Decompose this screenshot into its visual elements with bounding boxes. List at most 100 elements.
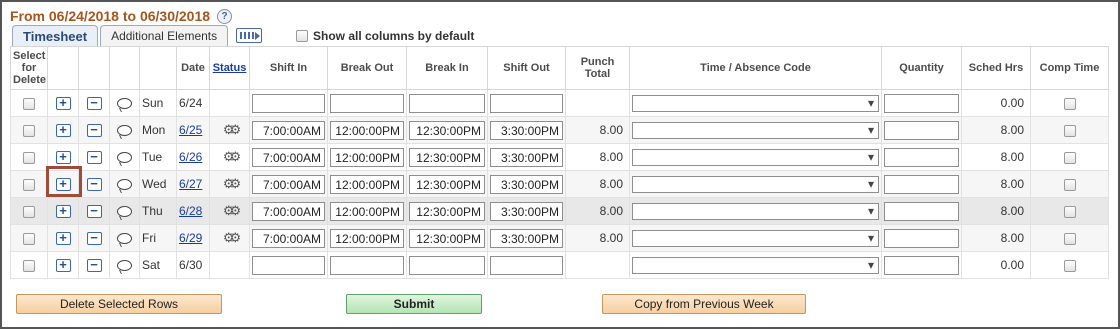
break-in-field[interactable] [409, 93, 485, 113]
date-link[interactable]: 6/27 [179, 177, 202, 191]
break-in-field[interactable]: 12:30:00PM [409, 228, 485, 248]
comment-icon[interactable] [117, 98, 132, 110]
date-link[interactable]: 6/29 [179, 231, 202, 245]
break-in-field[interactable]: 12:30:00PM [409, 201, 485, 221]
add-row-icon[interactable]: + [55, 96, 71, 111]
shift-out-field[interactable] [490, 255, 563, 275]
break-in-field[interactable]: 12:30:00PM [409, 174, 485, 194]
shift-in-field[interactable]: 7:00:00AM [252, 228, 325, 248]
select-for-delete-checkbox[interactable] [23, 205, 35, 218]
show-all-columns-checkbox[interactable] [296, 30, 308, 42]
break-out-field[interactable] [330, 255, 404, 275]
comp-time-checkbox[interactable] [1063, 205, 1076, 218]
remove-row-icon[interactable]: − [86, 177, 102, 192]
shift-in-field[interactable] [252, 93, 325, 113]
select-for-delete-checkbox[interactable] [23, 124, 35, 137]
punch-total-cell: 8.00 [565, 143, 630, 171]
date-link[interactable]: 6/26 [179, 150, 202, 164]
time-absence-code-select[interactable] [632, 94, 879, 112]
quantity-field[interactable] [884, 120, 959, 140]
break-in-field[interactable]: 12:30:00PM [409, 120, 485, 140]
remove-row-icon[interactable]: − [86, 150, 102, 165]
remove-row-icon[interactable]: − [86, 258, 102, 273]
break-out-field[interactable]: 12:00:00PM [330, 174, 404, 194]
date-link[interactable]: 6/25 [179, 123, 202, 137]
comment-icon[interactable] [117, 233, 132, 245]
add-row-icon[interactable]: + [55, 177, 71, 192]
tab-additional-elements[interactable]: Additional Elements [100, 25, 229, 46]
shift-in-field[interactable]: 7:00:00AM [252, 147, 325, 167]
status-gear-icon[interactable]: ⚙⚙ [223, 123, 241, 136]
quantity-field[interactable] [884, 147, 959, 167]
break-out-field[interactable]: 12:00:00PM [330, 120, 404, 140]
break-in-field[interactable]: 12:30:00PM [409, 147, 485, 167]
comp-time-checkbox[interactable] [1063, 97, 1076, 110]
quantity-field[interactable] [884, 93, 959, 113]
break-in-field[interactable] [409, 255, 485, 275]
status-gear-icon[interactable]: ⚙⚙ [223, 177, 241, 190]
comment-icon[interactable] [117, 125, 132, 137]
help-icon[interactable]: ? [217, 8, 233, 24]
show-all-columns-option[interactable]: Show all columns by default [296, 29, 474, 43]
comment-icon[interactable] [117, 206, 132, 218]
add-row-icon[interactable]: + [55, 123, 71, 138]
break-out-field[interactable] [330, 93, 404, 113]
comp-time-checkbox[interactable] [1063, 232, 1076, 245]
shift-out-field[interactable]: 3:30:00PM [490, 147, 563, 167]
add-row-icon[interactable]: + [55, 150, 71, 165]
shift-out-field[interactable]: 3:30:00PM [490, 174, 563, 194]
shift-in-field[interactable]: 7:00:00AM [252, 120, 325, 140]
time-absence-code-select[interactable] [632, 229, 879, 247]
status-gear-icon[interactable]: ⚙⚙ [223, 231, 241, 244]
remove-row-icon[interactable]: − [86, 204, 102, 219]
time-absence-code-select[interactable] [632, 175, 879, 193]
quantity-field[interactable] [884, 201, 959, 221]
status-gear-icon[interactable]: ⚙⚙ [223, 204, 241, 217]
select-for-delete-checkbox[interactable] [23, 97, 35, 110]
status-sort-link[interactable]: Status [213, 62, 247, 74]
comp-time-checkbox[interactable] [1063, 259, 1076, 272]
shift-out-field[interactable] [490, 93, 563, 113]
date-link[interactable]: 6/28 [179, 204, 202, 218]
select-for-delete-checkbox[interactable] [23, 178, 35, 191]
comment-icon[interactable] [117, 152, 132, 164]
add-cell: + [47, 251, 79, 279]
copy-from-previous-week-button[interactable]: Copy from Previous Week [602, 294, 806, 314]
shift-out-field[interactable]: 3:30:00PM [490, 120, 563, 140]
add-row-icon[interactable]: + [55, 231, 71, 246]
comment-icon[interactable] [117, 260, 132, 272]
time-absence-code-select[interactable] [632, 121, 879, 139]
shift-in-field[interactable]: 7:00:00AM [252, 174, 325, 194]
time-absence-code-select[interactable] [632, 148, 879, 166]
sched-hrs-cell: 8.00 [961, 170, 1031, 198]
select-for-delete-checkbox[interactable] [23, 259, 35, 272]
time-absence-code-select[interactable] [632, 256, 879, 274]
comment-icon[interactable] [117, 179, 132, 191]
status-gear-icon[interactable]: ⚙⚙ [223, 150, 241, 163]
add-row-icon[interactable]: + [55, 258, 71, 273]
break-out-field[interactable]: 12:00:00PM [330, 228, 404, 248]
show-all-columns-icon[interactable] [236, 28, 263, 43]
tab-timesheet[interactable]: Timesheet [12, 25, 99, 46]
shift-out-field[interactable]: 3:30:00PM [490, 228, 563, 248]
quantity-field[interactable] [884, 228, 959, 248]
remove-row-icon[interactable]: − [86, 96, 102, 111]
shift-in-field[interactable] [252, 255, 325, 275]
time-absence-code-select[interactable] [632, 202, 879, 220]
select-for-delete-checkbox[interactable] [23, 151, 35, 164]
comp-time-checkbox[interactable] [1063, 151, 1076, 164]
delete-selected-rows-button[interactable]: Delete Selected Rows [16, 294, 222, 314]
break-out-field[interactable]: 12:00:00PM [330, 147, 404, 167]
comp-time-checkbox[interactable] [1063, 178, 1076, 191]
shift-out-field[interactable]: 3:30:00PM [490, 201, 563, 221]
submit-button[interactable]: Submit [346, 294, 482, 314]
remove-row-icon[interactable]: − [86, 123, 102, 138]
quantity-field[interactable] [884, 174, 959, 194]
select-for-delete-checkbox[interactable] [23, 232, 35, 245]
remove-row-icon[interactable]: − [86, 231, 102, 246]
break-out-field[interactable]: 12:00:00PM [330, 201, 404, 221]
quantity-field[interactable] [884, 255, 959, 275]
comp-time-checkbox[interactable] [1063, 124, 1076, 137]
add-row-icon[interactable]: + [55, 204, 71, 219]
shift-in-field[interactable]: 7:00:00AM [252, 201, 325, 221]
